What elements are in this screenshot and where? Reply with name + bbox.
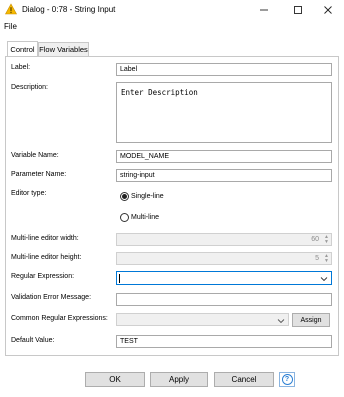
multi-line-radio[interactable]	[120, 213, 129, 222]
warning-triangle-icon	[5, 3, 17, 15]
text-cursor	[119, 274, 120, 283]
multiline-width-spinner[interactable]: 60 ▲ ▼	[116, 233, 332, 246]
help-icon: ?	[281, 374, 293, 385]
multiline-height-spinner[interactable]: 5 ▲ ▼	[116, 252, 332, 265]
label-input[interactable]: Label	[116, 63, 332, 76]
tab-flow-variables[interactable]: Flow Variables	[38, 42, 89, 56]
parameter-name-input[interactable]: string-input	[116, 169, 332, 182]
validation-error-label: Validation Error Message:	[11, 294, 92, 301]
multiline-height-value: 5	[315, 255, 319, 262]
menu-file[interactable]: File	[4, 22, 17, 31]
editor-type-label: Editor type:	[11, 190, 47, 197]
multiline-width-value: 60	[311, 236, 319, 243]
validation-error-input[interactable]	[116, 293, 332, 306]
parameter-name-label: Parameter Name:	[11, 171, 67, 178]
single-line-radio-label[interactable]: Single-line	[131, 193, 164, 200]
maximize-icon	[294, 6, 302, 14]
multiline-height-label: Multi-line editor height:	[11, 254, 82, 261]
tab-control[interactable]: Control	[7, 41, 38, 57]
single-line-radio[interactable]	[120, 192, 129, 201]
common-regex-label: Common Regular Expressions:	[11, 315, 108, 322]
menu-bar: File	[0, 20, 344, 33]
chevron-down-icon[interactable]	[277, 317, 285, 325]
default-value-input[interactable]: TEST	[116, 335, 332, 348]
minimize-icon	[260, 9, 268, 11]
maximize-button[interactable]	[282, 0, 314, 20]
window-title: Dialog - 0:78 - String Input	[22, 5, 116, 14]
variable-name-label: Variable Name:	[11, 152, 59, 159]
multiline-width-label: Multi-line editor width:	[11, 235, 79, 242]
apply-button[interactable]: Apply	[150, 372, 208, 387]
description-textarea[interactable]: Enter Description	[116, 82, 332, 143]
radio-selected-dot	[122, 194, 127, 199]
multi-line-radio-label[interactable]: Multi-line	[131, 214, 159, 221]
close-icon	[324, 6, 332, 14]
variable-name-input[interactable]: MODEL_NAME	[116, 150, 332, 163]
regular-expression-label: Regular Expression:	[11, 273, 75, 280]
common-regex-select[interactable]	[116, 313, 289, 326]
help-button[interactable]: ?	[279, 372, 295, 387]
title-bar: Dialog - 0:78 - String Input	[0, 0, 344, 20]
cancel-button[interactable]: Cancel	[214, 372, 274, 387]
default-value-label: Default Value:	[11, 337, 55, 344]
close-button[interactable]	[312, 0, 344, 20]
spinner-arrows-icon[interactable]: ▲ ▼	[323, 254, 329, 264]
regular-expression-combo[interactable]	[116, 271, 332, 285]
ok-button[interactable]: OK	[85, 372, 145, 387]
spinner-arrows-icon[interactable]: ▲ ▼	[323, 235, 329, 245]
chevron-down-icon[interactable]	[320, 275, 328, 283]
minimize-button[interactable]	[248, 0, 280, 20]
label-field-label: Label:	[11, 64, 31, 71]
description-label: Description:	[11, 84, 48, 91]
assign-button[interactable]: Assign	[292, 313, 330, 327]
